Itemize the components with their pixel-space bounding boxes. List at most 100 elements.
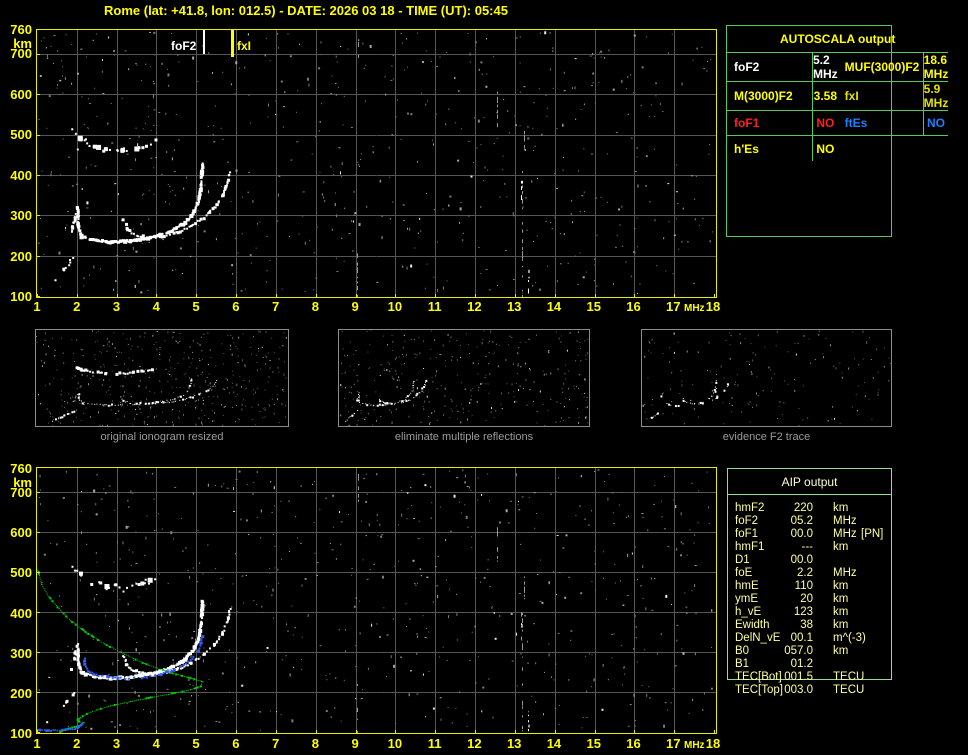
aip-row-hvE: h_vE 123 km <box>727 606 892 619</box>
x-tick-label: 4 <box>152 736 160 751</box>
parameter-note: [PN] <box>861 528 884 540</box>
parameter-value: 123 <box>793 606 813 618</box>
aip-row-B0: B0 057.0 km <box>727 645 892 658</box>
parameter-unit: km <box>833 593 849 605</box>
panel-caption-eliminate: eliminate multiple reflections <box>394 431 534 443</box>
panel-original-ionogram <box>35 329 289 427</box>
x-tick-label: 15 <box>586 299 601 314</box>
page-title: Rome (lat: +41.8, lon: 012.5) - DATE: 20… <box>104 3 508 18</box>
x-tick-label: 3 <box>112 299 121 314</box>
x-tick-label: 16 <box>626 299 641 314</box>
autoscala-row-MUF3000F2: MUF(3000)F2 18.6 MHz <box>837 53 949 82</box>
parameter-value: 003.0 <box>784 684 813 696</box>
parameter-value: 110 <box>794 580 813 592</box>
y-tick-label: 760 <box>10 22 32 37</box>
x-tick-label: 11 <box>427 299 442 314</box>
parameter-label: foF1 <box>735 528 759 540</box>
y-tick-label: 500 <box>10 565 32 581</box>
autoscala-output-table: AUTOSCALA output foF2 5.2 MHz MUF(3000)F2 1… <box>726 25 949 237</box>
parameter-value: 057.0 <box>784 645 813 657</box>
y-tick-label: 600 <box>10 86 32 102</box>
parameter-value: NO <box>927 116 945 130</box>
parameter-label: foF2 <box>735 515 759 527</box>
parameter-label: hmF1 <box>735 541 765 553</box>
panel-caption-original: original ionogram resized <box>100 431 224 443</box>
parameter-value: 220 <box>793 502 813 514</box>
parameter-unit: km <box>833 502 849 514</box>
parameter-value: 5.9 MHz <box>923 82 949 110</box>
y-tick-label: 400 <box>10 167 32 183</box>
x-tick-label: 2 <box>73 299 81 314</box>
aip-row-foF1: foF1 00.0 MHz [PN] <box>727 528 892 541</box>
parameter-label: h'Es <box>727 136 813 161</box>
parameter-label: B0 <box>735 645 750 657</box>
foF2-marker-label: foF2 <box>171 39 197 53</box>
x-tick-label: 17 <box>666 299 681 314</box>
x-tick-label: 17 <box>666 736 681 751</box>
parameter-label: fxI <box>838 82 924 110</box>
y-tick-label: 600 <box>10 525 32 541</box>
x-tick-label: 6 <box>232 736 240 751</box>
y-tick-label: 300 <box>10 645 32 661</box>
y-axis-unit-label: km <box>13 36 32 51</box>
parameter-label: ftEs <box>838 111 924 135</box>
y-tick-label: 100 <box>10 289 32 304</box>
aip-row-DelNvE: DelN_vE 00.1 m^(-3) <box>727 632 892 645</box>
parameter-value: NO <box>816 141 835 156</box>
autoscala-row-foF2: foF2 5.2 MHz <box>727 53 838 82</box>
aip-row-foE: foE 2.2 MHz <box>727 567 892 580</box>
ionogram-plot-bottom <box>36 467 717 734</box>
y-tick-label: 200 <box>10 685 32 701</box>
panel-caption-evidence: evidence F2 trace <box>722 431 811 443</box>
aip-row-D1: D1 00.0 <box>727 554 892 567</box>
parameter-value: 2.2 <box>797 567 813 579</box>
parameter-label: h_vE <box>735 606 762 618</box>
parameter-unit: km <box>833 606 849 618</box>
parameter-unit: MHz <box>833 528 857 540</box>
x-tick-label: 13 <box>506 299 522 314</box>
x-axis-unit-label: MHz <box>684 303 705 314</box>
autoscala-row-hEs: h'Es NO <box>727 136 838 161</box>
x-tick-label: 9 <box>351 299 359 314</box>
x-tick-label: 12 <box>467 299 482 314</box>
parameter-label: MUF(3000)F2 <box>838 53 924 81</box>
y-tick-label: 760 <box>10 461 32 476</box>
parameter-unit: TECU <box>833 684 865 696</box>
parameter-unit: km <box>833 619 849 631</box>
x-axis-unit-label: MHz <box>684 740 705 751</box>
y-tick-label: 500 <box>10 127 32 143</box>
parameter-value: 00.0 <box>790 554 813 566</box>
aip-row-foF2: foF2 05.2 MHz <box>727 515 892 528</box>
x-tick-label: 5 <box>192 299 200 314</box>
parameter-value: 38 <box>800 619 813 631</box>
panel-eliminate-reflections <box>338 329 590 427</box>
parameter-label: foF1 <box>727 111 813 135</box>
parameter-label: B1 <box>735 658 750 670</box>
parameter-value: 001.5 <box>784 671 813 683</box>
aip-row-B1: B1 01.2 <box>727 658 892 671</box>
autoscala-row-ftEs: ftEs NO <box>837 111 949 136</box>
x-tick-label: 15 <box>586 736 601 751</box>
parameter-label: hmF2 <box>735 502 765 514</box>
parameter-value: 00.1 <box>790 632 813 644</box>
parameter-value: 01.2 <box>790 658 813 670</box>
x-tick-label: 12 <box>467 736 482 751</box>
parameter-unit: MHz <box>833 515 857 527</box>
x-tick-label: 2 <box>73 736 81 751</box>
aip-row-hmE: hmE 110 km <box>727 580 892 593</box>
parameter-label: M(3000)F2 <box>727 82 813 110</box>
parameter-unit: TECU <box>833 671 865 683</box>
parameter-label: foE <box>735 567 753 579</box>
y-tick-label: 200 <box>10 248 32 264</box>
parameter-value: NO <box>816 116 835 130</box>
aip-row-Ewidth: Ewidth 38 km <box>727 619 892 632</box>
parameter-value: 20 <box>800 593 813 605</box>
parameter-value: 00.0 <box>790 528 813 540</box>
y-axis-unit-label: km <box>13 475 32 490</box>
x-tick-label: 16 <box>626 736 641 751</box>
parameter-value: --- <box>801 541 814 553</box>
parameter-value: 5.2 MHz <box>813 53 838 81</box>
parameter-label: ymE <box>735 593 758 605</box>
parameter-unit: km <box>833 580 849 592</box>
y-tick-label: 300 <box>10 208 32 224</box>
